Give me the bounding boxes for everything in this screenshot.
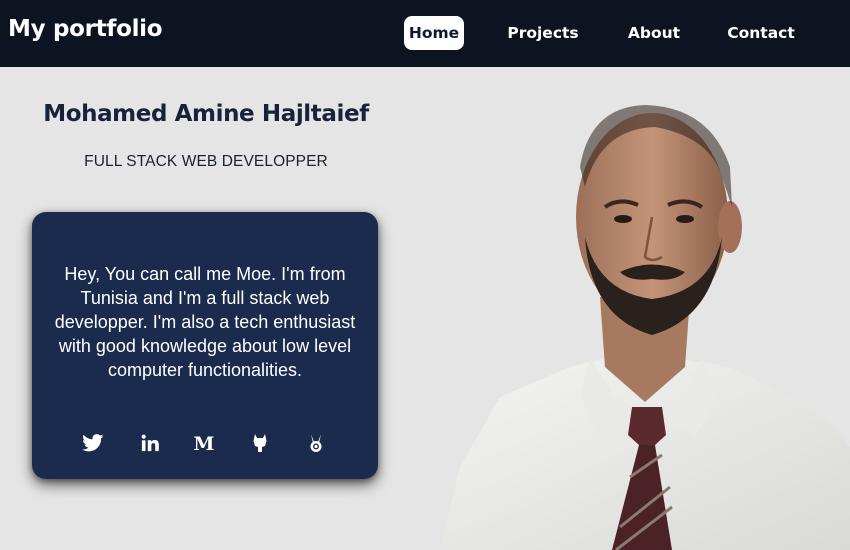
nav-about[interactable]: About <box>614 16 694 50</box>
nav-projects[interactable]: Projects <box>498 16 588 50</box>
gitlab-icon[interactable] <box>247 430 273 456</box>
nav-home[interactable]: Home <box>404 16 464 50</box>
intro-card: Hey, You can call me Moe. I'm from Tunis… <box>32 212 378 479</box>
profile-photo <box>440 67 850 550</box>
social-links: M <box>80 430 330 456</box>
brand-logo[interactable]: My portfolio <box>8 16 163 42</box>
bio-text: Hey, You can call me Moe. I'm from Tunis… <box>54 264 356 380</box>
nav-contact[interactable]: Contact <box>718 16 804 50</box>
hero-title: FULL STACK WEB DEVELOPPER <box>84 153 328 170</box>
linkedin-icon[interactable] <box>137 430 163 456</box>
hackthebox-icon[interactable] <box>303 430 329 456</box>
navbar: My portfolio Home Projects About Contact <box>0 0 850 67</box>
medium-icon[interactable]: M <box>191 430 217 456</box>
hero-name: Mohamed Amine Hajltaief <box>43 101 369 127</box>
svg-text:M: M <box>194 434 215 452</box>
twitter-icon[interactable] <box>80 430 106 456</box>
